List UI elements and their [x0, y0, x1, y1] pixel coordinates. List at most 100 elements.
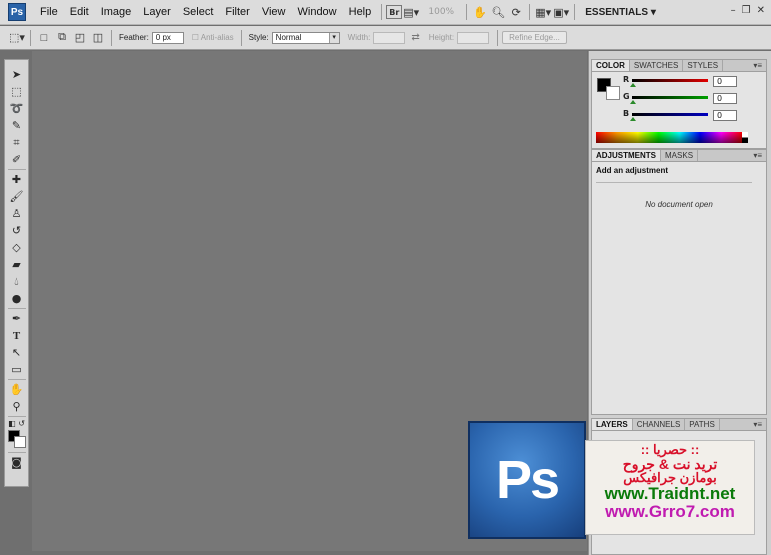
menu-file[interactable]: File: [34, 6, 64, 18]
height-input[interactable]: [457, 31, 490, 44]
toolbox: ➤ ⬚ ➰ ✎ ⌗ ✐ ✚ 🖌︎ ♙ ↺ ◇ ▰ 💧︎ ● ✒ T ↖ ▭ ✋ …: [4, 59, 29, 487]
quick-mask-icon[interactable]: ◙: [8, 454, 26, 471]
eyedropper-tool-icon[interactable]: ✐: [8, 151, 26, 168]
screen-mode-icon[interactable]: ▣▾: [552, 4, 570, 20]
restore-icon[interactable]: ❐: [742, 5, 751, 16]
separator: [7, 452, 26, 453]
swap-icon[interactable]: ⇄: [411, 32, 419, 43]
separator: [529, 4, 531, 20]
background-swatch[interactable]: [606, 86, 620, 100]
blur-tool-icon[interactable]: 💧︎: [8, 273, 26, 290]
tab-styles[interactable]: STYLES: [683, 60, 724, 71]
type-tool-icon[interactable]: T: [8, 327, 26, 344]
tab-layers[interactable]: LAYERS: [592, 419, 633, 430]
minimize-icon[interactable]: –: [731, 5, 736, 16]
panel-menu-icon[interactable]: ▾≡: [753, 60, 766, 71]
antialias-label: Anti-alias: [200, 33, 234, 42]
separator: [30, 29, 31, 46]
crop-tool-icon[interactable]: ⌗: [8, 134, 26, 151]
blue-slider-thumb[interactable]: [630, 117, 636, 121]
arrange-documents-icon[interactable]: ▦▾: [534, 4, 552, 20]
separator: [7, 379, 26, 380]
eraser-tool-icon[interactable]: ◇: [8, 239, 26, 256]
red-value-input[interactable]: 0: [713, 76, 737, 87]
color-spectrum-ramp[interactable]: [596, 132, 742, 143]
move-tool-icon[interactable]: ➤: [8, 66, 26, 83]
menu-window[interactable]: Window: [292, 6, 343, 18]
panel-menu-icon[interactable]: ▾≡: [753, 150, 766, 161]
menu-layer[interactable]: Layer: [137, 6, 177, 18]
green-value-input[interactable]: 0: [713, 93, 737, 104]
tab-channels[interactable]: CHANNELS: [633, 419, 686, 430]
menu-help[interactable]: Help: [343, 6, 378, 18]
style-label: Style:: [248, 33, 269, 42]
tab-masks[interactable]: MASKS: [661, 150, 699, 161]
marquee-tool-icon[interactable]: ⬚: [8, 83, 26, 100]
view-extras-icon[interactable]: ▤▾: [402, 4, 420, 20]
adjustments-panel: ADJUSTMENTS MASKS ▾≡ Add an adjustment N…: [591, 149, 767, 415]
red-slider-thumb[interactable]: [630, 83, 636, 87]
add-selection-icon[interactable]: ⧉: [53, 30, 71, 46]
zoom-tool-icon[interactable]: 🔍︎: [489, 4, 507, 20]
style-select[interactable]: Normal ▾: [271, 31, 340, 44]
separator: [7, 169, 26, 170]
adjustments-heading: Add an adjustment: [596, 166, 669, 175]
menu-image[interactable]: Image: [95, 6, 138, 18]
close-icon[interactable]: ✕: [757, 5, 765, 16]
blue-value-input[interactable]: 0: [713, 110, 737, 121]
window-controls: – ❐ ✕: [731, 5, 765, 16]
healing-brush-tool-icon[interactable]: ✚: [8, 171, 26, 188]
blue-label: B: [623, 109, 630, 118]
panel-menu-icon[interactable]: ▾≡: [753, 419, 766, 430]
width-input[interactable]: [373, 31, 406, 44]
quick-select-tool-icon[interactable]: ✎: [8, 117, 26, 134]
menu-select[interactable]: Select: [177, 6, 220, 18]
intersect-selection-icon[interactable]: ◫: [89, 30, 107, 46]
black-white-ramp[interactable]: [742, 132, 748, 143]
promo-line-author: بومازن جرافيكس: [623, 470, 717, 486]
tab-adjustments[interactable]: ADJUSTMENTS: [592, 150, 662, 161]
shape-tool-icon[interactable]: ▭: [8, 361, 26, 378]
new-selection-icon[interactable]: □: [35, 30, 53, 46]
rotate-view-icon[interactable]: ⟳: [507, 4, 525, 20]
hand-tool-icon[interactable]: ✋: [471, 4, 489, 20]
separator: [574, 4, 576, 20]
history-brush-tool-icon[interactable]: ↺: [8, 222, 26, 239]
zoom-level[interactable]: 100%: [420, 7, 462, 17]
gradient-tool-icon[interactable]: ▰: [8, 256, 26, 273]
background-color[interactable]: [13, 436, 26, 448]
blue-slider[interactable]: [632, 113, 708, 116]
bridge-button[interactable]: Br: [386, 5, 403, 19]
promo-url-grro7: www.Grro7.com: [605, 501, 735, 521]
tab-swatches[interactable]: SWATCHES: [630, 60, 684, 71]
zoom-tool-icon[interactable]: ⚲: [8, 398, 26, 415]
brush-tool-icon[interactable]: 🖌︎: [8, 188, 26, 205]
tab-paths[interactable]: PATHS: [685, 419, 720, 430]
feather-input[interactable]: 0 px: [151, 31, 184, 44]
hand-tool-icon[interactable]: ✋: [8, 381, 26, 398]
menu-edit[interactable]: Edit: [64, 6, 95, 18]
separator: [497, 29, 499, 46]
menu-bar: Ps File Edit Image Layer Select Filter V…: [0, 0, 771, 25]
separator: [466, 4, 468, 20]
path-selection-tool-icon[interactable]: ↖: [8, 344, 26, 361]
green-slider-thumb[interactable]: [630, 100, 636, 104]
promo-url-traidnt: www.Traidnt.net: [604, 483, 736, 503]
antialias-checkbox[interactable]: ☐ Anti-alias: [192, 33, 234, 42]
subtract-selection-icon[interactable]: ◰: [71, 30, 89, 46]
tab-color[interactable]: COLOR: [592, 60, 630, 71]
workspace-switcher[interactable]: ESSENTIALS ▾: [585, 7, 656, 18]
clone-stamp-tool-icon[interactable]: ♙: [8, 205, 26, 222]
red-slider[interactable]: [632, 79, 708, 82]
menu-filter[interactable]: Filter: [219, 6, 255, 18]
green-slider[interactable]: [632, 96, 708, 99]
swap-colors-icon[interactable]: ◧ ↺: [8, 418, 26, 428]
marquee-preset-icon[interactable]: ⬚▾: [8, 30, 26, 46]
refine-edge-button[interactable]: Refine Edge...: [502, 31, 567, 44]
separator: [7, 308, 26, 309]
dodge-tool-icon[interactable]: ●: [8, 290, 26, 307]
menu-view[interactable]: View: [256, 6, 292, 18]
layers-panel-tabs: LAYERS CHANNELS PATHS ▾≡: [592, 419, 766, 431]
lasso-tool-icon[interactable]: ➰: [8, 100, 26, 117]
pen-tool-icon[interactable]: ✒: [8, 310, 26, 327]
